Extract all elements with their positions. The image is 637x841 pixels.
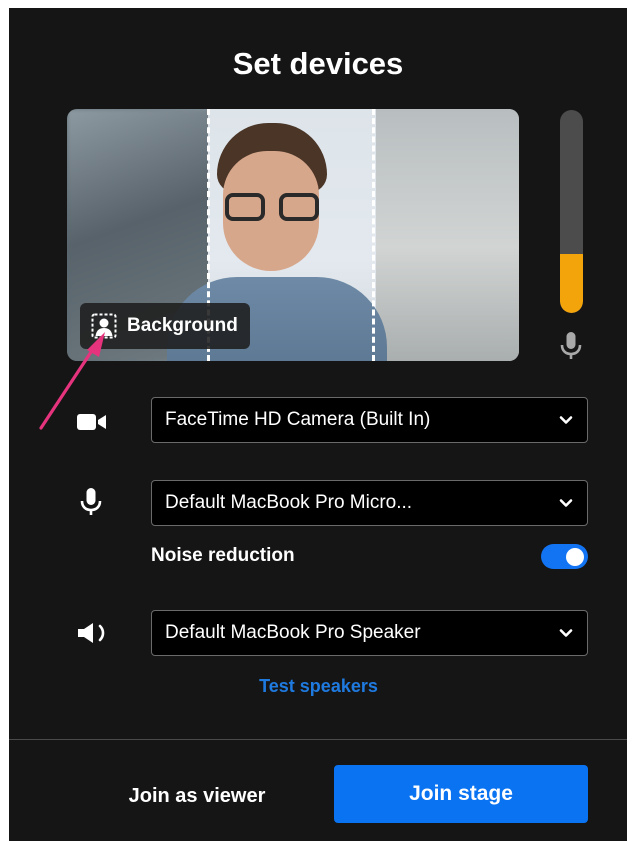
- crop-guide-right: [372, 109, 375, 361]
- join-as-viewer-button[interactable]: Join as viewer: [102, 775, 292, 817]
- speaker-select-value: Default MacBook Pro Speaker: [165, 622, 421, 643]
- toggle-knob: [566, 547, 584, 566]
- chevron-down-icon: [559, 499, 573, 507]
- chevron-down-icon: [559, 629, 573, 637]
- test-speakers-link[interactable]: Test speakers: [9, 676, 627, 697]
- join-stage-button[interactable]: Join stage: [334, 765, 588, 823]
- speaker-icon: [78, 623, 105, 643]
- noise-reduction-toggle[interactable]: [541, 544, 588, 569]
- chevron-down-icon: [559, 416, 573, 424]
- background-button-label: Background: [127, 315, 238, 336]
- footer-divider: [9, 739, 627, 740]
- mic-level-meter: [560, 110, 583, 313]
- microphone-select-value: Default MacBook Pro Micro...: [165, 492, 413, 513]
- video-camera-icon: [77, 414, 106, 430]
- mic-level-fill: [560, 254, 583, 313]
- speaker-select[interactable]: Default MacBook Pro Speaker: [151, 610, 588, 656]
- microphone-icon: [560, 332, 582, 359]
- camera-preview: Background: [67, 109, 519, 361]
- microphone-select[interactable]: Default MacBook Pro Micro...: [151, 480, 588, 526]
- device-setup-panel: Set devices Background FaceTime HD Camer…: [9, 8, 627, 841]
- noise-reduction-label: Noise reduction: [151, 545, 295, 566]
- microphone-icon: [80, 488, 102, 515]
- camera-select[interactable]: FaceTime HD Camera (Built In): [151, 397, 588, 443]
- page-title: Set devices: [232, 46, 404, 81]
- camera-select-value: FaceTime HD Camera (Built In): [165, 409, 431, 430]
